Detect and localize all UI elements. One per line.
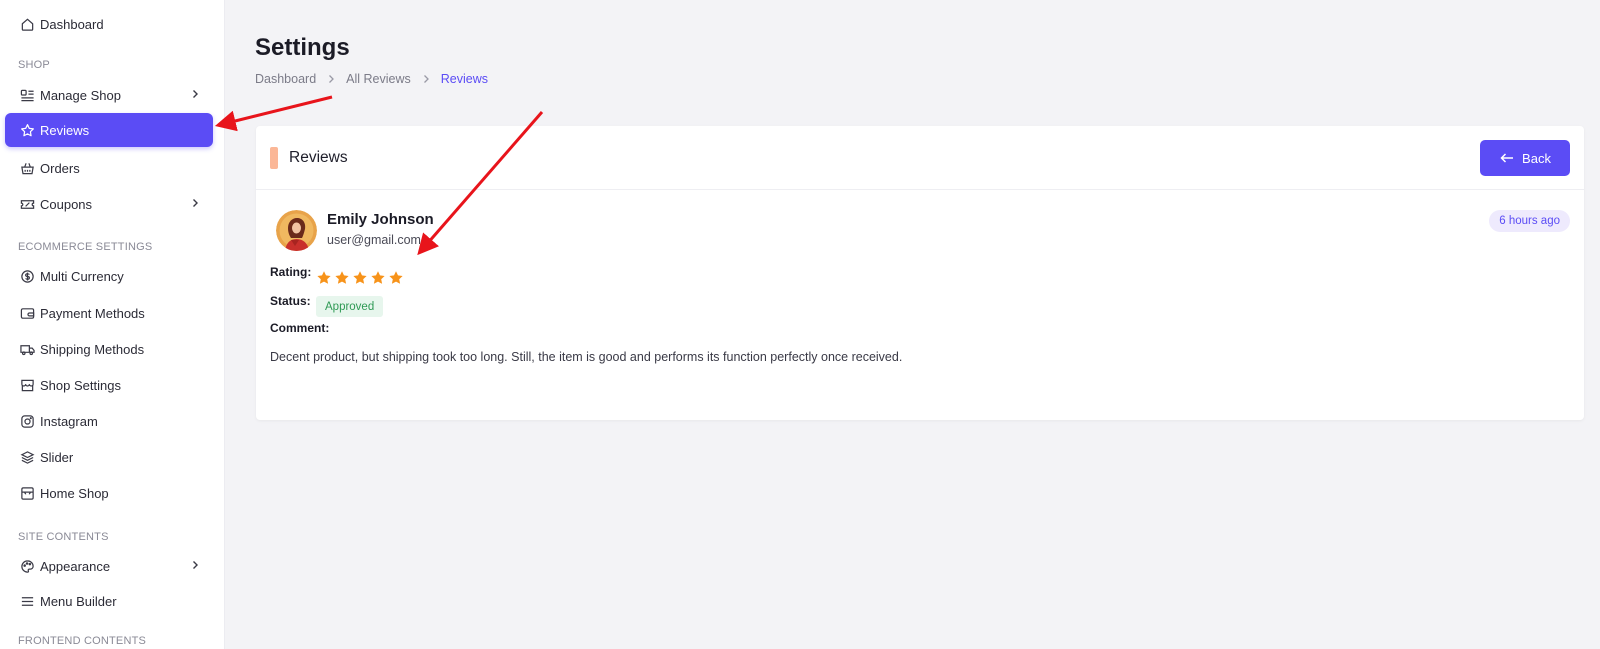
star-icon xyxy=(19,122,35,138)
sidebar-item-home-shop[interactable]: Home Shop xyxy=(5,476,213,510)
card-header: Reviews Back xyxy=(256,126,1584,190)
star-icon xyxy=(317,271,331,284)
chevron-right-icon xyxy=(193,561,198,569)
comment-text: Decent product, but shipping took too lo… xyxy=(270,350,903,364)
reviewer-email: user@gmail.com xyxy=(327,233,421,247)
chevron-right-icon xyxy=(193,199,198,207)
section-title-frontend-contents: FRONTEND CONTENTS xyxy=(18,635,147,647)
manage-shop-icon xyxy=(19,87,35,103)
sidebar-item-manage-shop[interactable]: Manage Shop xyxy=(5,78,213,112)
star-icon xyxy=(371,271,385,284)
section-title-shop: SHOP xyxy=(18,59,50,71)
sidebar-item-reviews[interactable]: Reviews xyxy=(5,113,213,147)
annotation-arrow xyxy=(214,95,333,132)
card-title: Reviews xyxy=(289,149,348,166)
chevron-right-icon xyxy=(423,75,429,83)
sidebar-item-multi-currency[interactable]: Multi Currency xyxy=(5,259,213,293)
status-badge: Approved xyxy=(316,296,384,317)
instagram-icon xyxy=(19,413,35,429)
sidebar-item-orders[interactable]: Orders xyxy=(5,151,213,185)
rating-label: Rating: xyxy=(270,265,312,279)
star-icon xyxy=(389,271,403,284)
arrow-left-icon xyxy=(1500,153,1514,163)
coupon-icon xyxy=(19,196,35,212)
currency-icon xyxy=(19,268,35,284)
store-icon xyxy=(19,485,35,501)
menu-icon xyxy=(19,593,35,609)
sidebar-item-shipping-methods[interactable]: Shipping Methods xyxy=(5,332,213,366)
sidebar-item-label: Slider xyxy=(40,449,74,465)
truck-icon xyxy=(19,341,35,357)
sidebar-item-label: Manage Shop xyxy=(40,87,121,103)
breadcrumb-link-dashboard[interactable]: Dashboard xyxy=(255,72,316,86)
status-label: Status: xyxy=(270,294,311,308)
sidebar-item-label: Coupons xyxy=(40,196,93,212)
sidebar-item-label: Home Shop xyxy=(40,485,109,501)
sidebar-item-label: Instagram xyxy=(40,413,98,429)
section-title-site-contents: SITE CONTENTS xyxy=(18,531,109,543)
sidebar-item-instagram[interactable]: Instagram xyxy=(5,404,213,438)
basket-icon xyxy=(19,160,35,176)
page-title: Settings xyxy=(255,34,350,61)
sidebar-item-label: Reviews xyxy=(40,122,90,138)
store-icon xyxy=(19,377,35,393)
section-title-ecommerce: ECOMMERCE SETTINGS xyxy=(18,241,153,253)
breadcrumb-current: Reviews xyxy=(440,72,489,86)
sidebar-item-label: Dashboard xyxy=(40,16,104,32)
sidebar-item-appearance[interactable]: Appearance xyxy=(5,549,213,583)
sidebar-item-label: Shop Settings xyxy=(40,377,121,393)
layers-icon xyxy=(19,449,35,465)
breadcrumb-link-all-reviews[interactable]: All Reviews xyxy=(346,72,411,86)
sidebar-item-menu-builder[interactable]: Menu Builder xyxy=(5,584,213,618)
sidebar-item-slider[interactable]: Slider xyxy=(5,440,213,474)
sidebar-item-shop-settings[interactable]: Shop Settings xyxy=(5,368,213,402)
avatar xyxy=(276,210,317,251)
sidebar-item-label: Payment Methods xyxy=(40,305,145,321)
time-badge: 6 hours ago xyxy=(1489,210,1570,232)
accent-bar xyxy=(270,147,278,169)
review-card: Reviews Back Emily Johnson user@gmail.co… xyxy=(256,126,1584,420)
palette-icon xyxy=(19,558,35,574)
breadcrumb: Dashboard All Reviews Reviews xyxy=(255,72,488,86)
sidebar-item-label: Shipping Methods xyxy=(40,341,145,357)
reviewer-name: Emily Johnson xyxy=(327,211,434,228)
back-button-label: Back xyxy=(1522,150,1551,166)
comment-label: Comment: xyxy=(270,321,330,335)
chevron-right-icon xyxy=(193,90,198,98)
sidebar-item-coupons[interactable]: Coupons xyxy=(5,187,213,221)
back-button[interactable]: Back xyxy=(1480,140,1570,176)
sidebar: Dashboard SHOP Manage Shop Reviews Order… xyxy=(0,0,225,649)
sidebar-item-label: Multi Currency xyxy=(40,268,124,284)
home-icon xyxy=(19,16,35,32)
star-icon xyxy=(335,271,349,284)
sidebar-item-label: Orders xyxy=(40,160,80,176)
star-icon xyxy=(353,271,367,284)
chevron-right-icon xyxy=(329,75,335,83)
rating-stars xyxy=(316,270,406,286)
sidebar-item-label: Menu Builder xyxy=(40,593,117,609)
sidebar-item-payment-methods[interactable]: Payment Methods xyxy=(5,296,213,330)
sidebar-item-dashboard[interactable]: Dashboard xyxy=(5,7,213,41)
sidebar-item-label: Appearance xyxy=(40,558,111,574)
wallet-icon xyxy=(19,305,35,321)
